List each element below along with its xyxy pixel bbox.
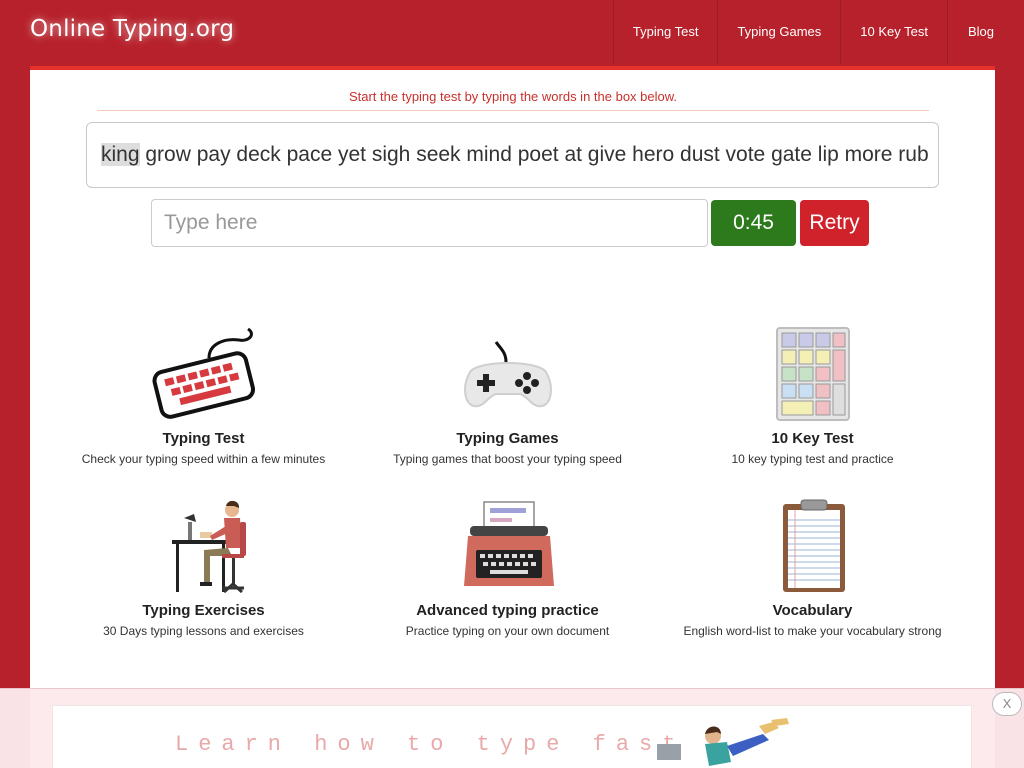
feature-vocabulary[interactable]: Vocabulary English word-list to make you… — [660, 496, 965, 638]
nav-item-10-key-test[interactable]: 10 Key Test — [840, 0, 947, 64]
feature-title: 10 Key Test — [771, 430, 854, 447]
numpad-icon — [775, 327, 850, 421]
ad-banner: Learn how to type fast — [0, 688, 1024, 768]
main-card: Start the typing test by typing the word… — [30, 66, 995, 768]
feature-description: 30 Days typing lessons and exercises — [103, 624, 304, 638]
typing-input[interactable] — [151, 199, 708, 247]
feature-title: Typing Games — [456, 430, 559, 447]
test-instruction: Start the typing test by typing the word… — [97, 89, 929, 111]
gamepad-icon — [463, 341, 552, 408]
nav-item-typing-games[interactable]: Typing Games — [717, 0, 840, 64]
timer-display: 0:45 — [711, 200, 796, 246]
feature-title: Vocabulary — [772, 602, 853, 619]
current-word: king — [101, 143, 140, 166]
feature-description: English word-list to make your vocabular… — [683, 624, 942, 638]
retry-button[interactable]: Retry — [800, 200, 869, 246]
person-at-desk-icon — [171, 500, 246, 594]
feature-typing-games[interactable]: Typing Games Typing games that boost you… — [355, 324, 660, 466]
feature-advanced-typing[interactable]: Advanced typing practice Practice typing… — [355, 496, 660, 638]
keyboard-icon — [151, 327, 255, 419]
feature-description: Practice typing on your own document — [405, 624, 610, 638]
feature-description: 10 key typing test and practice — [731, 452, 894, 466]
feature-typing-exercises[interactable]: Typing Exercises 30 Days typing lessons … — [51, 496, 356, 638]
nav-item-typing-test[interactable]: Typing Test — [612, 0, 718, 64]
nav-item-blog[interactable]: Blog — [946, 0, 1024, 64]
upcoming-words: grow pay deck pace yet sigh seek mind po… — [145, 143, 929, 166]
feature-title: Typing Exercises — [142, 602, 265, 619]
feature-description: Typing games that boost your typing spee… — [393, 452, 622, 466]
feature-title: Typing Test — [162, 430, 245, 447]
feature-description: Check your typing speed within a few min… — [81, 452, 326, 466]
clipboard-icon — [782, 499, 845, 592]
nav-menu: Typing Test Typing Games 10 Key Test Blo… — [612, 0, 1024, 64]
words-display: king grow pay deck pace yet sigh seek mi… — [86, 122, 939, 188]
ad-illustration-icon — [657, 718, 789, 766]
feature-typing-test[interactable]: Typing Test Check your typing speed with… — [51, 324, 356, 466]
typewriter-icon — [463, 501, 554, 586]
site-logo[interactable]: Online Typing.org — [30, 16, 234, 42]
close-ad-button[interactable]: X — [992, 692, 1022, 716]
ad-content[interactable]: Learn how to type fast — [52, 705, 972, 768]
navbar: Online Typing.org Typing Test Typing Gam… — [0, 0, 1024, 66]
ad-text: Learn how to type fast — [175, 732, 686, 757]
feature-10-key-test[interactable]: 10 Key Test 10 key typing test and pract… — [660, 324, 965, 466]
feature-title: Advanced typing practice — [416, 602, 599, 619]
